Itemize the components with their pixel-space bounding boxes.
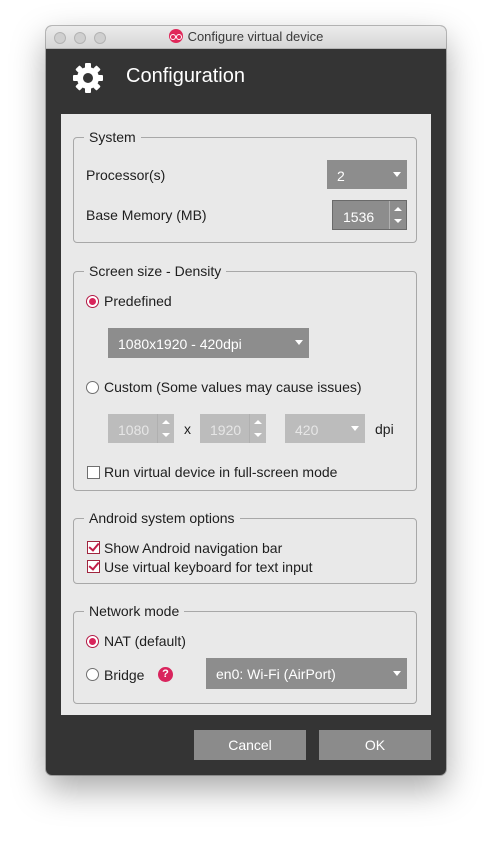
virtual-keyboard-label[interactable]: Use virtual keyboard for text input [104, 558, 313, 576]
dpi-label: dpi [375, 421, 394, 437]
chevron-down-icon [295, 340, 303, 345]
memory-value: 1536 [343, 209, 375, 225]
fullscreen-checkbox[interactable] [87, 466, 100, 479]
processor-value: 2 [337, 168, 345, 184]
predefined-resolution-value: 1080x1920 - 420dpi [118, 336, 242, 352]
predefined-resolution-select[interactable]: 1080x1920 - 420dpi [108, 328, 309, 358]
navbar-label[interactable]: Show Android navigation bar [104, 539, 282, 557]
bridge-radio[interactable] [86, 668, 99, 681]
bridge-interface-select[interactable]: en0: Wi-Fi (AirPort) [206, 658, 407, 689]
network-mode-group: Network mode NAT (default) Bridge ? en0:… [73, 602, 417, 704]
android-options-group: Android system options Show Android navi… [73, 509, 417, 584]
help-icon[interactable]: ? [158, 667, 173, 682]
bridge-interface-value: en0: Wi-Fi (AirPort) [216, 666, 336, 682]
android-options-legend: Android system options [84, 509, 240, 527]
chevron-down-icon [351, 426, 359, 431]
width-spin-arrows[interactable] [157, 414, 174, 443]
screen-size-group: Screen size - Density Predefined 1080x19… [73, 262, 417, 491]
dimension-separator: x [184, 421, 191, 437]
system-legend: System [84, 128, 141, 146]
predefined-label[interactable]: Predefined [104, 292, 172, 310]
chevron-down-icon [393, 671, 401, 676]
custom-width-stepper[interactable]: 1080 [108, 414, 174, 443]
configure-device-window: Configure virtual device Configuration S… [46, 26, 446, 775]
processor-select[interactable]: 2 [327, 160, 407, 189]
memory-label: Base Memory (MB) [86, 207, 207, 223]
gear-icon [73, 63, 103, 93]
custom-radio[interactable] [86, 381, 99, 394]
title-bar: Configure virtual device [46, 26, 446, 49]
dialog-title: Configuration [126, 65, 245, 87]
cancel-button[interactable]: Cancel [194, 730, 306, 760]
memory-spin-arrows[interactable] [389, 201, 406, 229]
network-mode-legend: Network mode [84, 602, 185, 620]
custom-density-value: 420 [295, 422, 319, 438]
bridge-label[interactable]: Bridge [104, 666, 144, 684]
custom-height-stepper[interactable]: 1920 [200, 414, 266, 443]
height-spin-arrows[interactable] [249, 414, 266, 443]
nat-label[interactable]: NAT (default) [104, 632, 186, 650]
nat-radio[interactable] [86, 635, 99, 648]
fullscreen-label[interactable]: Run virtual device in full-screen mode [104, 463, 337, 481]
chevron-down-icon [393, 172, 401, 177]
processor-label: Processor(s) [86, 167, 166, 183]
custom-width-value: 1080 [118, 422, 150, 438]
ok-button[interactable]: OK [319, 730, 431, 760]
dialog-header: Configuration [46, 48, 446, 114]
custom-density-select[interactable]: 420 [285, 414, 365, 443]
custom-label[interactable]: Custom (Some values may cause issues) [104, 378, 362, 396]
custom-height-value: 1920 [210, 422, 242, 438]
screen-size-legend: Screen size - Density [84, 262, 227, 280]
memory-stepper[interactable]: 1536 [332, 200, 407, 230]
window-title: Configure virtual device [187, 29, 324, 44]
genymotion-logo-icon [168, 29, 183, 43]
settings-panel: System Processor(s) 2 Base Memory (MB) 1… [61, 114, 431, 715]
virtual-keyboard-checkbox[interactable] [87, 560, 100, 573]
predefined-radio[interactable] [86, 295, 99, 308]
navbar-checkbox[interactable] [87, 541, 100, 554]
system-group: System Processor(s) 2 Base Memory (MB) 1… [73, 128, 417, 243]
